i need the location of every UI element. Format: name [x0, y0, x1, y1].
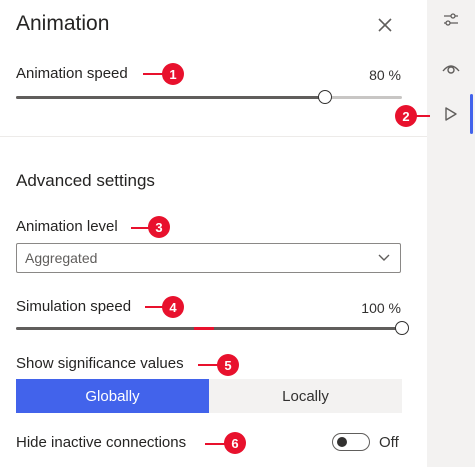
- chevron-down-icon: [378, 254, 390, 261]
- toggle-state-text: Off: [379, 434, 399, 451]
- significance-label: Show significance values: [16, 355, 184, 372]
- globally-option[interactable]: Globally: [16, 379, 209, 413]
- callout-badge-4: 4: [162, 296, 184, 318]
- callout-line-3: [131, 227, 149, 229]
- callout-line-5: [198, 364, 218, 366]
- eye-icon: [442, 65, 460, 74]
- callout-badge-2: 2: [395, 105, 417, 127]
- toggle-knob: [337, 437, 347, 447]
- rail-play-button[interactable]: [427, 94, 475, 134]
- callout-line-2: [416, 115, 430, 117]
- animation-speed-slider[interactable]: [16, 90, 402, 104]
- significance-segmented-control: Globally Locally: [16, 379, 402, 413]
- rail-eye-button[interactable]: [427, 48, 475, 88]
- panel-title: Animation: [16, 12, 110, 35]
- callout-badge-6: 6: [224, 432, 246, 454]
- callout-badge-1: 1: [162, 63, 184, 85]
- simulation-speed-label: Simulation speed: [16, 298, 132, 315]
- locally-option[interactable]: Locally: [209, 379, 402, 413]
- close-icon[interactable]: [375, 15, 395, 35]
- callout-badge-5: 5: [217, 354, 239, 376]
- advanced-settings-heading: Advanced settings: [16, 171, 155, 190]
- hide-inactive-toggle[interactable]: [332, 433, 370, 451]
- slider-highlight-marker: [194, 327, 214, 330]
- simulation-speed-value: 100 %: [361, 300, 401, 316]
- animation-level-label: Animation level: [16, 218, 118, 235]
- right-rail: [427, 0, 475, 467]
- sliders-icon: [444, 13, 458, 26]
- animation-level-dropdown[interactable]: Aggregated: [16, 243, 401, 273]
- callout-line-6: [205, 443, 225, 445]
- slider-fill: [16, 96, 325, 99]
- animation-speed-value: 80 %: [369, 67, 401, 83]
- rail-sliders-button[interactable]: [427, 0, 475, 40]
- dropdown-selected-value: Aggregated: [25, 250, 98, 266]
- section-divider: [0, 136, 427, 137]
- slider-thumb[interactable]: [395, 321, 409, 335]
- play-icon: [445, 107, 457, 121]
- animation-speed-label: Animation speed: [16, 65, 128, 82]
- rail-active-indicator: [470, 94, 473, 134]
- callout-badge-3: 3: [148, 216, 170, 238]
- callout-line-4: [145, 306, 163, 308]
- hide-inactive-label: Hide inactive connections: [16, 434, 187, 451]
- callout-line-1: [143, 73, 163, 75]
- animation-panel: Animation Animation speed 80 % Advanced …: [0, 0, 427, 467]
- slider-thumb[interactable]: [317, 90, 332, 104]
- simulation-speed-slider[interactable]: [16, 321, 409, 335]
